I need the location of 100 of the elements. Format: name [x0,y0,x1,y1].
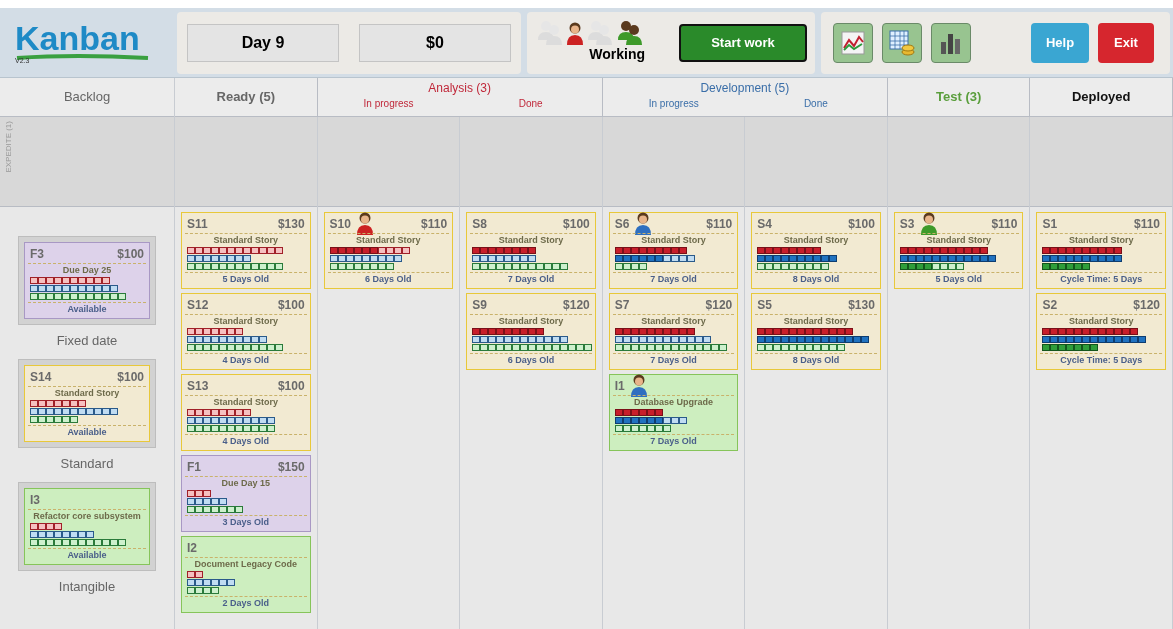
subcolumn-title: Done [803,97,828,111]
card-id: S5 [757,297,772,314]
column-title: Deployed [1071,88,1131,107]
card-id: I1 [614,378,625,395]
card-value: $130 [848,297,875,314]
column-title: Development (5) [700,80,790,96]
card-footer: Cycle Time: 5 Days [1040,354,1162,366]
card-id: S6 [614,216,630,233]
card-footer: 5 Days Old [185,273,307,285]
story-card[interactable]: S4 $100 Standard Story 8 Days Old [751,212,881,289]
card-value: $110 [1133,216,1160,233]
card-value: $150 [277,459,305,476]
logo-swoosh-icon [15,53,150,61]
card-value: $100 [277,378,305,395]
story-card[interactable]: S10 $110 Standard Story 6 Days Old [323,212,454,289]
class-label: Intangible [58,579,116,595]
card-value: $110 [421,216,448,233]
card-footer: 6 Days Old [470,354,592,366]
story-card[interactable]: F1 $150 Due Day 15 3 Days Old [181,455,311,532]
story-card[interactable]: S6 $110 Standard Story 7 Days Old [608,212,739,289]
story-card[interactable]: I3 Refactor core subsystem Available [24,488,150,565]
day-counter: Day 9 [187,23,339,62]
story-card[interactable]: I2 Document Legacy Code 2 Days Old [181,536,311,613]
card-id: S3 [899,216,915,233]
card-value: $100 [117,246,144,263]
card-value: $130 [277,216,305,233]
story-card[interactable]: I1 Database Upgrade 7 Days Old [608,374,739,451]
story-card[interactable]: S7 $120 Standard Story 7 Days Old [608,293,739,370]
card-footer: 5 Days Old [897,273,1020,285]
card-id: S11 [187,216,208,233]
tool-button[interactable] [931,22,971,63]
card-value: $100 [117,369,144,386]
money-counter: $0 [359,23,511,62]
story-card[interactable]: S12 $100 Standard Story 4 Days Old [181,293,311,370]
card-value: $100 [848,216,875,233]
story-card[interactable]: S1 $110 Standard Story Cycle Time: 5 Days [1036,212,1166,289]
card-footer: 7 Days Old [612,354,735,366]
card-title: Standard Story [497,315,565,327]
card-footer: 6 Days Old [327,273,450,285]
card-footer: Available [28,549,146,561]
column-title: Test (3) [936,88,982,107]
card-id: S1 [1042,216,1058,233]
card-id: F3 [30,246,44,263]
story-card[interactable]: S5 $130 Standard Story 8 Days Old [751,293,881,370]
column-title: Ready (5) [216,88,276,107]
card-title: Standard Story [782,315,850,327]
card-id: S14 [30,369,52,386]
card-value: $100 [563,216,590,233]
card-title: Standard Story [212,234,280,246]
card-value: $120 [705,297,733,314]
class-label: Fixed date [56,333,118,349]
card-title: Document Legacy Code [193,558,299,570]
subcolumn-title: In progress [363,97,414,111]
card-id: S12 [187,297,209,314]
logo-text: Kanban [15,20,141,56]
spreadsheet-coins-icon [888,28,916,57]
exit-button[interactable]: Exit [1098,22,1154,63]
story-card[interactable]: S2 $120 Standard Story Cycle Time: 5 Days [1036,293,1166,370]
card-id: F1 [187,459,201,476]
card-title: Standard Story [782,234,850,246]
card-id: S8 [472,216,487,233]
card-title: Standard Story [1067,315,1135,327]
card-footer: Available [28,426,146,438]
team-status: Working [589,45,645,64]
card-footer: 7 Days Old [612,435,735,447]
start-work-button[interactable]: Start work [679,23,807,62]
card-title: Standard Story [640,234,707,246]
story-card[interactable]: F3 $100 Due Day 25 Available [24,242,150,319]
card-id: S4 [757,216,772,233]
card-id: S7 [614,297,630,314]
subcolumn-title: Done [518,97,543,111]
story-card[interactable]: S3 $110 Standard Story 5 Days Old [893,212,1024,289]
card-footer: 7 Days Old [470,273,592,285]
card-footer: 8 Days Old [755,354,877,366]
card-id: S13 [187,378,209,395]
card-id: S9 [472,297,487,314]
card-value: $100 [277,297,305,314]
column-title: Backlog [63,88,111,107]
card-title: Standard Story [1067,234,1135,246]
card-title: Refactor core subsystem [32,510,142,522]
card-title: Standard Story [497,234,565,246]
card-footer: 4 Days Old [185,435,307,447]
card-id: I2 [187,540,197,557]
line-chart-icon [840,29,866,56]
card-title: Due Day 15 [220,477,272,489]
story-card[interactable]: S14 $100 Standard Story Available [24,365,150,442]
card-footer: Available [28,303,146,315]
card-value: $120 [563,297,590,314]
card-id: S10 [329,216,351,233]
card-footer: Cycle Time: 5 Days [1040,273,1162,285]
story-card[interactable]: S13 $100 Standard Story 4 Days Old [181,374,311,451]
card-id: I3 [30,492,40,509]
tool-button[interactable] [833,22,873,63]
card-title: Standard Story [640,315,707,327]
story-card[interactable]: S11 $130 Standard Story 5 Days Old [181,212,311,289]
card-title: Standard Story [53,387,121,399]
card-footer: 7 Days Old [612,273,735,285]
card-value: $110 [991,216,1018,233]
story-card[interactable]: S9 $120 Standard Story 6 Days Old [466,293,596,370]
story-card[interactable]: S8 $100 Standard Story 7 Days Old [466,212,596,289]
